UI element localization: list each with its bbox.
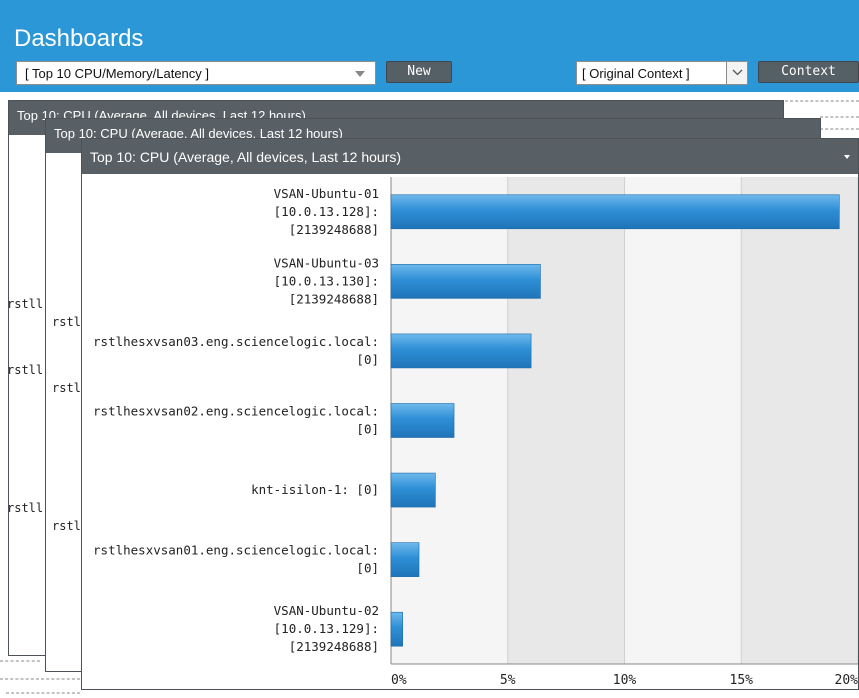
page-title: Dashboards [14, 25, 144, 52]
layout-guide [785, 100, 859, 102]
grid-band [741, 177, 858, 664]
category-label: rstlhesxvsan01.eng.sciencelogic.local: [0… [93, 543, 379, 576]
device-label: rstll [7, 501, 44, 515]
grid-band [624, 177, 742, 664]
bar [390, 264, 541, 299]
bar [390, 403, 455, 438]
new-button[interactable]: New [386, 61, 452, 83]
chevron-down-icon [355, 71, 365, 77]
dashboard-select-value: [ Top 10 CPU/Memory/Latency ] [25, 66, 210, 81]
dashboard-select[interactable]: [ Top 10 CPU/Memory/Latency ] [16, 61, 376, 85]
widget-panel[interactable]: Top 10: CPU (Average, All devices, Last … [81, 138, 859, 690]
grid-band [507, 177, 625, 664]
x-tick-label: 10% [613, 673, 637, 688]
bar [390, 611, 403, 647]
category-label: knt-isilon-1: [0] [251, 482, 379, 497]
device-label: rstll [7, 297, 44, 311]
category-label: VSAN-Ubuntu-02 [10.0.13.129]: [2139248688] [274, 603, 379, 654]
bar [390, 333, 532, 369]
layout-guide [0, 678, 80, 680]
category-label: rstlhesxvsan03.eng.sciencelogic.local: [0… [93, 334, 379, 367]
bar [390, 472, 436, 508]
category-label: VSAN-Ubuntu-01 [10.0.13.128]: [2139248688] [274, 186, 379, 237]
context-select[interactable]: [ Original Context ] [576, 61, 748, 85]
layout-guide [0, 660, 40, 662]
context-button[interactable]: Context [758, 61, 859, 83]
layout-guide [820, 116, 859, 118]
x-tick-label: 15% [730, 673, 754, 688]
layout-guide [6, 692, 80, 694]
bar [390, 194, 840, 230]
x-tick-label: 5% [500, 673, 516, 688]
context-select-value: [ Original Context ] [582, 66, 690, 81]
device-label: rstll [7, 363, 44, 377]
layout-guide [820, 128, 859, 130]
x-tick-label: 0% [391, 673, 407, 688]
category-label: VSAN-Ubuntu-03 [10.0.13.130]: [2139248688] [274, 255, 379, 306]
bar [390, 542, 420, 577]
category-label: rstlhesxvsan02.eng.sciencelogic.local: [0… [93, 404, 379, 437]
app-header: Dashboards [ Top 10 CPU/Memory/Latency ]… [0, 0, 859, 92]
x-tick-label: 20% [835, 673, 858, 688]
chevron-down-icon[interactable] [726, 62, 747, 84]
bar-chart: 0% 5% 10% 15% 20% VSAN-Ubuntu-01 [10.0.13.128]… [93, 177, 858, 688]
